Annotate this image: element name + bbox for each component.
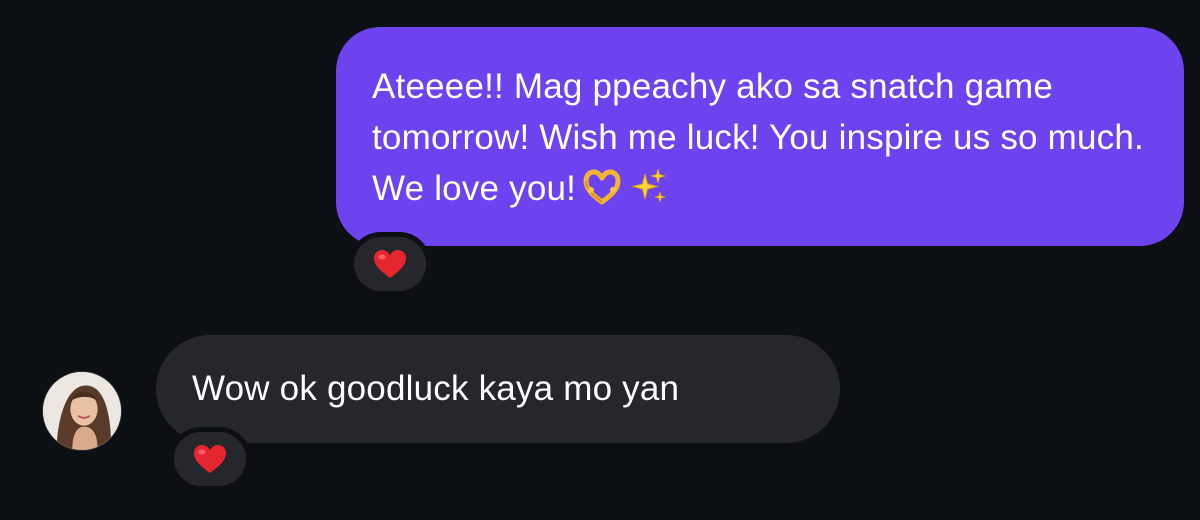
received-message-bubble[interactable]: Wow ok goodluck kaya mo yan [156,335,840,443]
received-message-reaction[interactable] [169,427,251,491]
chat-thread: Ateeee!! Mag ppeachy ako sa snatch game … [0,0,1200,520]
heart-hands-emoji-icon [582,166,622,206]
received-message-text: Wow ok goodluck kaya mo yan [192,369,680,408]
red-heart-icon [192,443,228,475]
sent-message-reaction[interactable] [349,232,431,296]
sparkles-emoji-icon [628,166,668,206]
contact-avatar[interactable] [42,371,122,451]
sent-message-bubble[interactable]: Ateeee!! Mag ppeachy ako sa snatch game … [336,27,1184,246]
red-heart-icon [372,248,408,280]
sent-message-text: Ateeee!! Mag ppeachy ako sa snatch game … [372,67,1144,208]
